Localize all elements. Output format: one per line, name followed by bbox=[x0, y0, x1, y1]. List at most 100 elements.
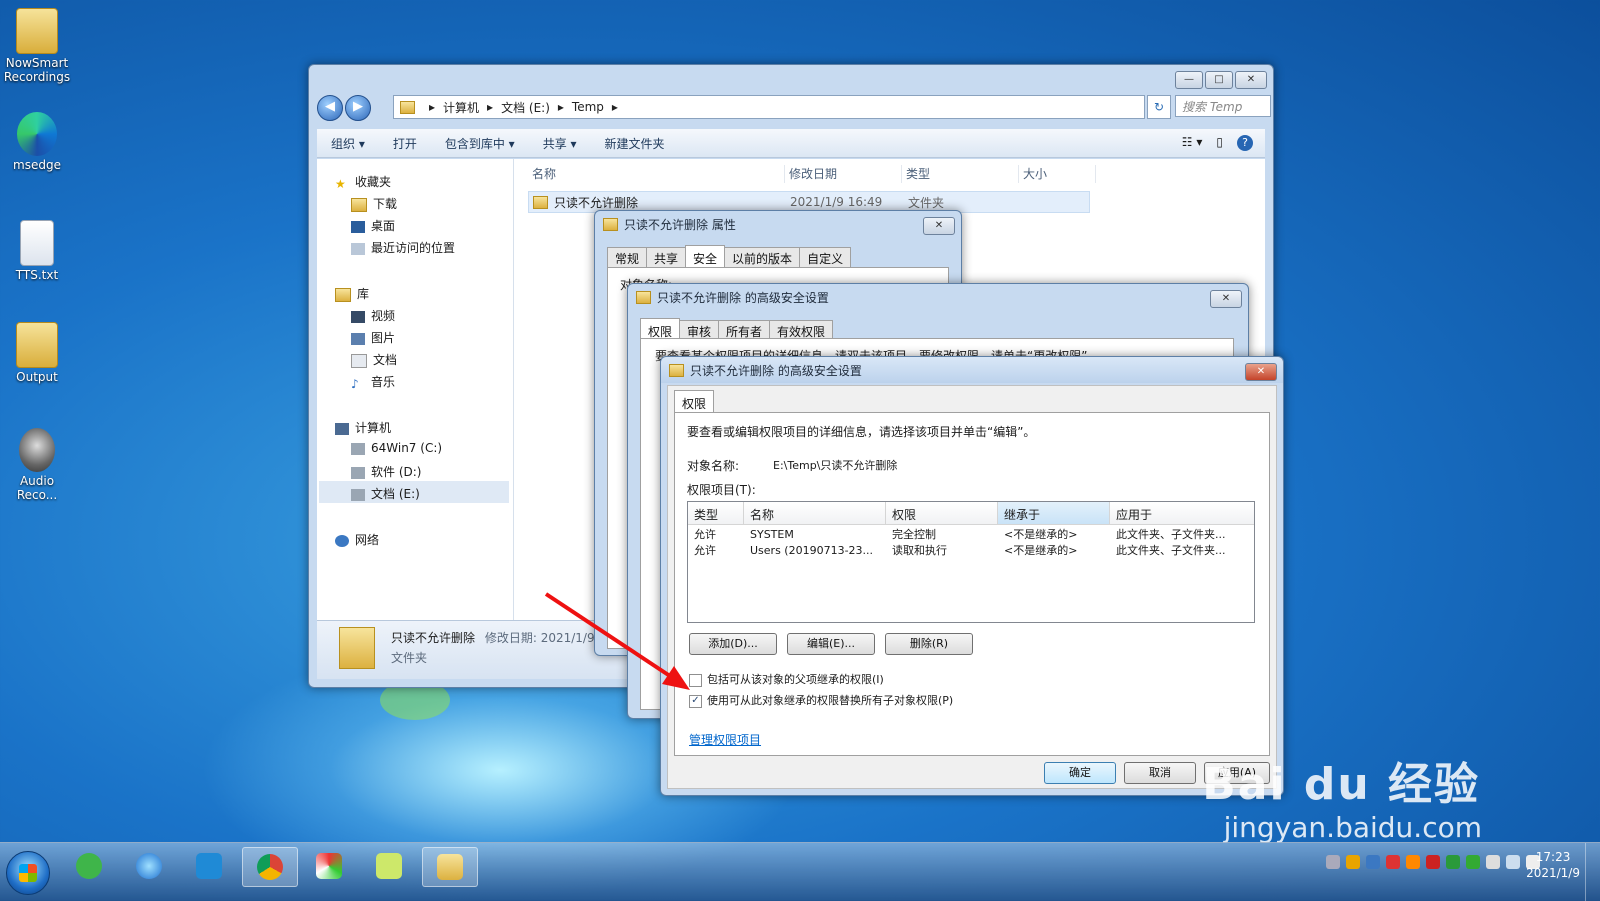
delete-button[interactable]: 删除(R) bbox=[885, 633, 973, 655]
col-inherited-from[interactable]: 继承于 bbox=[998, 502, 1110, 524]
tab-permissions[interactable]: 权限 bbox=[674, 390, 715, 414]
breadcrumb-temp[interactable]: Temp bbox=[572, 100, 604, 114]
manage-permissions-link[interactable]: 管理权限项目 bbox=[689, 731, 761, 748]
nav-computer[interactable]: 计算机 bbox=[335, 419, 391, 436]
app-tray-icon[interactable] bbox=[1466, 855, 1480, 869]
cancel-button[interactable]: 取消 bbox=[1124, 762, 1196, 784]
close-button[interactable]: ✕ bbox=[923, 217, 955, 235]
object-name-label: 对象名称: bbox=[687, 459, 740, 473]
maximize-button[interactable]: □ bbox=[1205, 71, 1233, 89]
new-folder-button[interactable]: 新建文件夹 bbox=[591, 135, 679, 152]
desktop-icon-output[interactable]: Output bbox=[0, 322, 74, 384]
table-row[interactable]: 允许 SYSTEM 完全控制 <不是继承的> 此文件夹、子文件夹... bbox=[688, 527, 1254, 543]
tab-sharing[interactable]: 共享 bbox=[646, 247, 687, 269]
preview-pane-icon[interactable]: ▯ bbox=[1216, 135, 1223, 151]
tab-previous-versions[interactable]: 以前的版本 bbox=[724, 247, 801, 269]
app-tray-icon[interactable] bbox=[1446, 855, 1460, 869]
breadcrumb-computer[interactable]: 计算机 bbox=[443, 99, 479, 116]
nav-desktop[interactable]: 桌面 bbox=[351, 217, 395, 234]
permission-entries-list[interactable]: 类型 名称 权限 继承于 应用于 允许 SYSTEM 完全控制 <不是继承的> … bbox=[687, 501, 1255, 623]
nav-documents[interactable]: 文档 bbox=[351, 351, 397, 368]
nav-drive-d[interactable]: 软件 (D:) bbox=[351, 463, 421, 480]
taskbar-editor[interactable] bbox=[362, 847, 416, 885]
recent-places-icon bbox=[351, 242, 365, 255]
col-name[interactable]: 名称 bbox=[744, 502, 886, 524]
tab-customize[interactable]: 自定义 bbox=[799, 247, 852, 269]
col-type[interactable]: 类型 bbox=[902, 165, 1019, 183]
col-date[interactable]: 修改日期 bbox=[785, 165, 902, 183]
watermark-logo: Bai du 经验 bbox=[1202, 759, 1480, 810]
app-tray-icon[interactable] bbox=[1426, 855, 1440, 869]
include-library-button[interactable]: 包含到库中 ▾ bbox=[431, 135, 529, 152]
col-type[interactable]: 类型 bbox=[688, 502, 744, 524]
keyboard-icon[interactable] bbox=[1326, 855, 1340, 869]
clock[interactable]: 17:23 2021/1/9 bbox=[1526, 849, 1580, 881]
breadcrumb-drive-e[interactable]: 文档 (E:) bbox=[501, 99, 550, 116]
view-options-icon[interactable]: ☷ ▾ bbox=[1182, 135, 1203, 151]
taskbar-app[interactable] bbox=[302, 847, 356, 885]
edit-button[interactable]: 编辑(E)... bbox=[787, 633, 875, 655]
nav-downloads[interactable]: 下载 bbox=[351, 195, 397, 212]
nav-music[interactable]: ♪ 音乐 bbox=[351, 373, 395, 391]
desktop-icon-audio[interactable]: Audio Reco... bbox=[0, 428, 74, 502]
taskbar-explorer[interactable] bbox=[422, 847, 478, 887]
nav-drive-e-selected[interactable]: 文档 (E:) bbox=[319, 481, 509, 503]
close-button[interactable]: ✕ bbox=[1210, 290, 1242, 308]
text-file-icon bbox=[20, 220, 54, 266]
taskbar-wechat[interactable] bbox=[62, 847, 116, 885]
close-button[interactable]: ✕ bbox=[1235, 71, 1267, 89]
nav-recent[interactable]: 最近访问的位置 bbox=[351, 239, 455, 256]
checkbox-checked[interactable]: ✓ bbox=[689, 694, 702, 708]
start-button[interactable] bbox=[6, 851, 50, 895]
organize-button[interactable]: 组织 ▾ bbox=[317, 135, 379, 152]
col-size[interactable]: 大小 bbox=[1019, 165, 1096, 183]
chrome-icon bbox=[257, 854, 283, 880]
share-button[interactable]: 共享 ▾ bbox=[529, 135, 591, 152]
vscode-icon bbox=[196, 853, 222, 879]
address-bar[interactable]: ▸ 计算机 ▸ 文档 (E:) ▸ Temp ▸ bbox=[393, 95, 1145, 119]
ok-button[interactable]: 确定 bbox=[1044, 762, 1116, 784]
drive-icon bbox=[351, 466, 365, 479]
replace-child-permissions-checkbox[interactable]: ✓ 使用可从此对象继承的权限替换所有子对象权限(P) bbox=[689, 692, 953, 708]
folder-icon bbox=[16, 322, 58, 368]
minimize-button[interactable]: — bbox=[1175, 71, 1203, 89]
folder-icon bbox=[533, 195, 548, 209]
tab-security[interactable]: 安全 bbox=[685, 245, 726, 269]
notepad-icon bbox=[376, 853, 402, 879]
show-desktop-button[interactable] bbox=[1585, 843, 1600, 901]
refresh-icon[interactable]: ↻ bbox=[1147, 95, 1171, 119]
table-row[interactable]: 允许 Users (20190713-23... 读取和执行 <不是继承的> 此… bbox=[688, 543, 1254, 559]
checkbox-unchecked[interactable] bbox=[689, 673, 702, 687]
taskbar-vscode[interactable] bbox=[182, 847, 236, 885]
forward-button[interactable]: ▶ bbox=[345, 95, 371, 121]
close-button[interactable]: ✕ bbox=[1245, 363, 1277, 381]
desktop-icon-nowsmart[interactable]: NowSmart Recordings bbox=[0, 8, 74, 84]
col-permission[interactable]: 权限 bbox=[886, 502, 998, 524]
col-name[interactable]: 名称 bbox=[528, 165, 785, 183]
open-button[interactable]: 打开 bbox=[379, 135, 431, 152]
help-icon[interactable]: ? bbox=[1237, 135, 1253, 151]
col-applies-to[interactable]: 应用于 bbox=[1110, 502, 1252, 524]
flag-icon[interactable] bbox=[1486, 855, 1500, 869]
network-signal-icon[interactable] bbox=[1506, 855, 1520, 869]
nav-videos[interactable]: 视频 bbox=[351, 307, 395, 324]
desktop-icon-msedge[interactable]: msedge bbox=[0, 112, 74, 172]
search-input[interactable]: 搜索 Temp bbox=[1175, 95, 1271, 117]
app-tray-icon[interactable] bbox=[1386, 855, 1400, 869]
nav-drive-c[interactable]: 64Win7 (C:) bbox=[351, 441, 442, 455]
nav-network[interactable]: 网络 bbox=[335, 531, 379, 548]
taskbar-ie[interactable] bbox=[122, 847, 176, 885]
add-button[interactable]: 添加(D)... bbox=[689, 633, 777, 655]
shield-icon[interactable] bbox=[1346, 855, 1360, 869]
search-tray-icon[interactable] bbox=[1406, 855, 1420, 869]
nav-pictures[interactable]: 图片 bbox=[351, 329, 395, 346]
taskbar-chrome[interactable] bbox=[242, 847, 298, 887]
app-tray-icon[interactable] bbox=[1366, 855, 1380, 869]
nav-library[interactable]: 库 bbox=[335, 285, 369, 302]
desktop-icon-tts[interactable]: TTS.txt bbox=[0, 220, 74, 282]
desktop-icon bbox=[351, 220, 365, 233]
include-inheritable-checkbox[interactable]: 包括可从该对象的父项继承的权限(I) bbox=[689, 671, 884, 687]
nav-favorites[interactable]: ★ 收藏夹 bbox=[335, 173, 391, 191]
tab-general[interactable]: 常规 bbox=[607, 247, 648, 269]
back-button[interactable]: ◀ bbox=[317, 95, 343, 121]
